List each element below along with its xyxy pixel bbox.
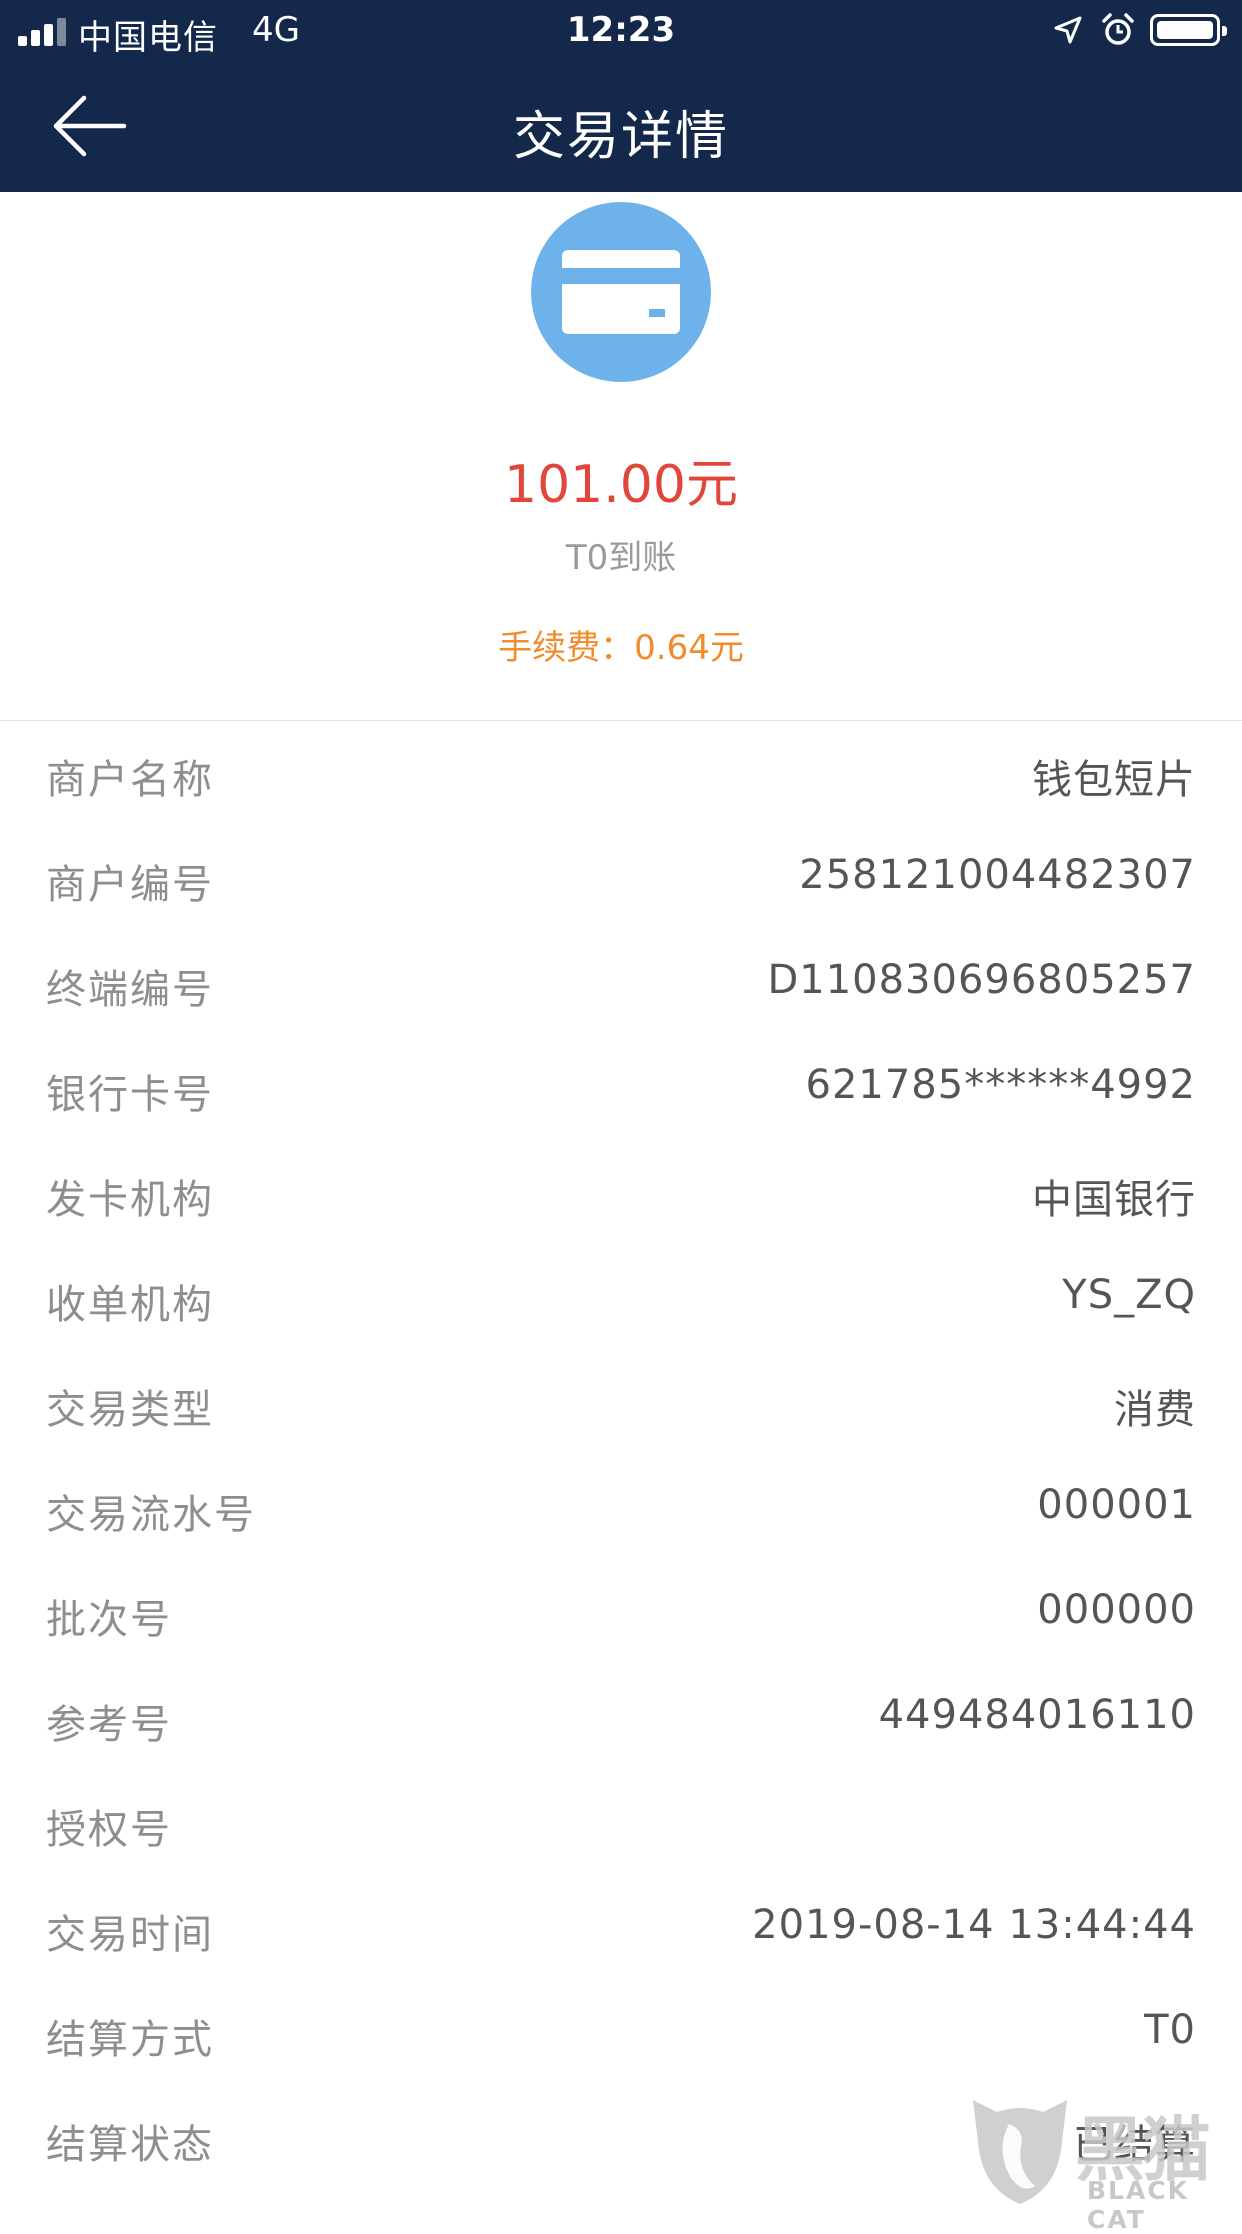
detail-label: 收单机构 xyxy=(46,1282,214,1328)
card-icon-badge xyxy=(531,202,711,382)
detail-row-reference-number: 参考号 449484016110 xyxy=(0,1666,1242,1771)
detail-label: 商户编号 xyxy=(46,862,214,908)
credit-card-icon xyxy=(562,250,680,334)
detail-value: D110830696805257 xyxy=(767,957,1196,1003)
status-bar: 中国电信 4G 12:23 xyxy=(0,0,1242,62)
battery-icon xyxy=(1150,14,1227,46)
detail-value: 000001 xyxy=(1037,1482,1196,1528)
detail-label: 商户名称 xyxy=(46,757,214,803)
detail-value: 消费 xyxy=(1114,1387,1196,1433)
cat-logo-icon xyxy=(973,2100,1067,2204)
nav-bar: 交易详情 xyxy=(0,62,1242,192)
detail-row-issuer: 发卡机构 中国银行 xyxy=(0,1141,1242,1246)
detail-row-auth-code: 授权号 xyxy=(0,1771,1242,1876)
detail-row-acquirer: 收单机构 YS_ZQ xyxy=(0,1246,1242,1351)
black-cat-watermark: 黑猫 BLACK CAT xyxy=(965,2090,1242,2234)
detail-value: 000000 xyxy=(1037,1587,1196,1633)
top-bar: 中国电信 4G 12:23 交易详情 xyxy=(0,0,1242,192)
page-title: 交易详情 xyxy=(512,107,729,167)
detail-row-card-number: 银行卡号 621785******4992 xyxy=(0,1036,1242,1141)
detail-row-transaction-type: 交易类型 消费 xyxy=(0,1351,1242,1456)
detail-value: 2019-08-14 13:44:44 xyxy=(752,1902,1196,1948)
detail-row-terminal-id: 终端编号 D110830696805257 xyxy=(0,931,1242,1036)
detail-label: 终端编号 xyxy=(46,967,214,1013)
detail-label: 交易类型 xyxy=(46,1387,214,1433)
detail-label: 参考号 xyxy=(46,1702,172,1748)
detail-row-settlement-method: 结算方式 T0 xyxy=(0,1981,1242,2086)
detail-value: 中国银行 xyxy=(1032,1177,1196,1223)
detail-label: 交易流水号 xyxy=(46,1492,256,1538)
transaction-summary: 101.00元 T0到账 手续费：0.64元 xyxy=(0,192,1242,720)
detail-row-batch-number: 批次号 000000 xyxy=(0,1561,1242,1666)
detail-value: YS_ZQ xyxy=(1062,1272,1196,1318)
detail-value: 449484016110 xyxy=(878,1692,1196,1738)
detail-label: 发卡机构 xyxy=(46,1177,214,1223)
alarm-clock-icon xyxy=(1102,13,1134,45)
detail-label: 结算状态 xyxy=(46,2122,214,2168)
detail-row-merchant-id: 商户编号 258121004482307 xyxy=(0,826,1242,931)
detail-row-serial-number: 交易流水号 000001 xyxy=(0,1456,1242,1561)
detail-value: T0 xyxy=(1144,2007,1196,2053)
location-icon xyxy=(1054,16,1082,44)
detail-row-transaction-time: 交易时间 2019-08-14 13:44:44 xyxy=(0,1876,1242,1981)
detail-label: 交易时间 xyxy=(46,1912,214,1958)
detail-label: 结算方式 xyxy=(46,2017,214,2063)
watermark-english-text: BLACK CAT xyxy=(1087,2176,1190,2234)
settlement-label: T0到账 xyxy=(565,538,677,578)
service-fee: 手续费：0.64元 xyxy=(498,628,744,668)
detail-value: 258121004482307 xyxy=(799,852,1196,898)
detail-row-merchant-name: 商户名称 钱包短片 xyxy=(0,721,1242,826)
detail-value: 621785******4992 xyxy=(805,1062,1196,1108)
detail-label: 批次号 xyxy=(46,1597,172,1643)
detail-label: 银行卡号 xyxy=(46,1072,214,1118)
detail-label: 授权号 xyxy=(46,1807,172,1853)
detail-value: 钱包短片 xyxy=(1032,757,1196,803)
transaction-amount: 101.00元 xyxy=(504,455,738,515)
detail-list: 商户名称 钱包短片 商户编号 258121004482307 终端编号 D110… xyxy=(0,721,1242,2191)
